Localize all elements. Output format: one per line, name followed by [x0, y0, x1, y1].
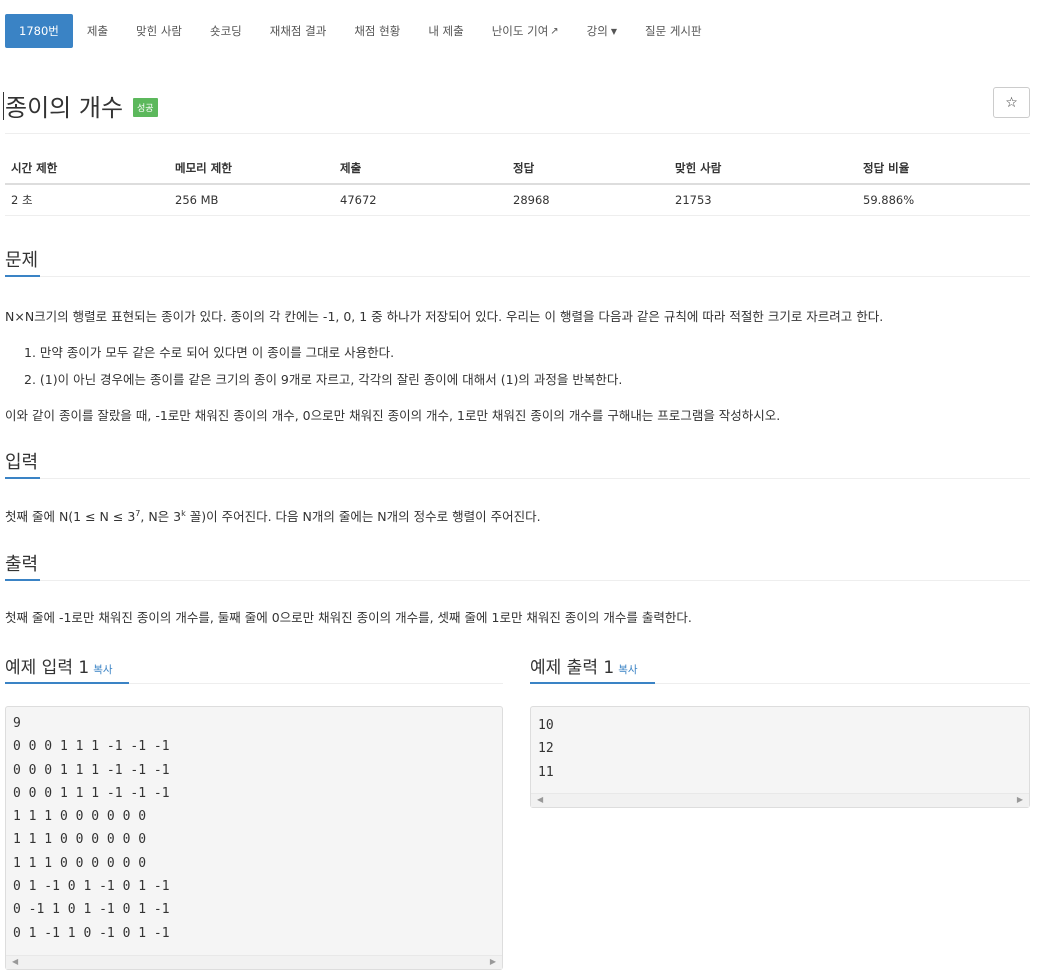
table-header-row: 시간 제한 메모리 제한 제출 정답 맞힌 사람 정답 비율 — [5, 152, 1030, 185]
code-line: 11 — [538, 764, 554, 780]
section-heading-problem: 문제 — [5, 250, 39, 271]
nav-tab-label: 제출 — [86, 24, 109, 38]
nav-tab-label: 난이도 기여 — [491, 24, 549, 38]
section-underline — [5, 477, 40, 479]
code-line: 10 — [538, 718, 554, 733]
example-input-title: 예제 입력 1 — [5, 658, 90, 678]
section-divider — [5, 276, 1030, 277]
table-row: 2 초 256 MB 47672 28968 21753 59.886% — [5, 184, 1030, 216]
cell-memory-limit: 256 MB — [169, 184, 334, 216]
header-submissions: 제출 — [334, 152, 507, 185]
code-line: 9 — [13, 716, 21, 731]
cell-time-limit: 2 초 — [5, 184, 169, 216]
code-line: 0 0 0 1 1 1 -1 -1 -1 — [13, 762, 170, 778]
code-line: 12 — [538, 741, 554, 757]
input-text-b: , N은 3 — [140, 509, 182, 524]
scroll-right-icon[interactable]: ▶ — [490, 957, 496, 966]
list-item: 1. 만약 종이가 모두 같은 수로 되어 있다면 이 종이를 그대로 사용한다… — [24, 345, 395, 360]
scroll-left-icon[interactable]: ◀ — [537, 795, 543, 804]
problem-description: N×N크기의 행렬로 표현되는 종이가 있다. 종이의 각 칸에는 -1, 0,… — [5, 309, 884, 324]
horizontal-scrollbar[interactable]: ◀ ▶ — [531, 793, 1029, 807]
example-output-heading: 예제 출력 1 복사 — [530, 653, 638, 678]
example-input-box[interactable]: 9 0 0 0 1 1 1 -1 -1 -1 0 0 0 1 1 1 -1 -1… — [5, 706, 503, 970]
problem-title-row: 종이의 개수 성공 ☆ — [0, 86, 1030, 126]
scroll-left-icon[interactable]: ◀ — [12, 957, 18, 966]
nav-tab-label: 맞힌 사람 — [136, 24, 183, 38]
section-underline — [530, 682, 655, 684]
caret-down-icon: ▼ — [610, 26, 617, 36]
nav-tab-my-submissions[interactable]: 내 제출 — [414, 14, 477, 48]
code-line: 1 1 1 0 0 0 0 0 0 — [13, 832, 147, 848]
text-cursor — [3, 92, 4, 120]
code-line: 0 0 0 1 1 1 -1 -1 -1 — [13, 739, 170, 755]
nav-tab-qna-board[interactable]: 질문 게시판 — [631, 14, 716, 48]
scroll-right-icon[interactable]: ▶ — [1017, 795, 1023, 804]
header-accepted-ratio: 정답 비율 — [857, 152, 1030, 185]
section-heading-output: 출력 — [5, 554, 39, 575]
copy-output-link[interactable]: 복사 — [618, 664, 637, 676]
problem-title: 종이의 개수 — [5, 94, 124, 122]
nav-tab-lecture-dropdown[interactable]: 강의 ▼ — [573, 14, 631, 48]
nav-tab-difficulty[interactable]: 난이도 기여 ↗ — [478, 14, 573, 48]
section-underline — [5, 275, 40, 277]
cell-submissions: 47672 — [334, 184, 507, 216]
code-line: 0 0 0 1 1 1 -1 -1 -1 — [13, 785, 170, 801]
section-divider — [5, 478, 1030, 479]
input-text-a: 첫째 줄에 N(1 ≤ N ≤ 3 — [5, 509, 136, 524]
example-output-title: 예제 출력 1 — [530, 658, 615, 678]
section-divider — [5, 580, 1030, 581]
input-text-c: 꼴)이 주어진다. 다음 N개의 줄에는 N개의 정수로 행렬이 주어진다. — [185, 509, 541, 524]
section-heading-input: 입력 — [5, 452, 39, 473]
nav-tab-label: 강의 — [586, 24, 608, 38]
nav-tab-problem[interactable]: 1780번 — [5, 14, 73, 48]
nav-tab-label: 재채점 결과 — [269, 24, 327, 38]
horizontal-scrollbar[interactable]: ◀ ▶ — [6, 955, 502, 969]
nav-tab-submit[interactable]: 제출 — [73, 14, 122, 48]
nav-tab-label: 숏코딩 — [210, 24, 242, 38]
cell-accepted: 28968 — [507, 184, 669, 216]
nav-tab-accepted-users[interactable]: 맞힌 사람 — [122, 14, 196, 48]
code-line: 0 -1 1 0 1 -1 0 1 -1 — [13, 902, 170, 918]
code-line: 1 1 1 0 0 0 0 0 0 — [13, 809, 147, 825]
section-underline — [5, 579, 40, 581]
example-output-box[interactable]: 10 12 11 ◀ ▶ — [530, 706, 1030, 808]
problem-nav: 1780번 제출 맞힌 사람 숏코딩 재채점 결과 채점 현황 내 제출 난이도… — [5, 14, 716, 48]
section-underline — [5, 682, 129, 684]
status-badge: 성공 — [133, 98, 158, 117]
example-input-heading: 예제 입력 1 복사 — [5, 653, 113, 678]
header-memory-limit: 메모리 제한 — [169, 152, 334, 185]
copy-input-link[interactable]: 복사 — [93, 664, 112, 676]
output-description: 첫째 줄에 -1로만 채워진 종이의 개수를, 둘째 줄에 0으로만 채워진 종… — [5, 610, 692, 625]
nav-tab-label: 채점 현황 — [354, 24, 401, 38]
list-item: 2. (1)이 아닌 경우에는 종이를 같은 크기의 종이 9개로 자르고, 각… — [24, 372, 623, 387]
code-line: 1 1 1 0 0 0 0 0 0 — [13, 855, 147, 871]
title-divider — [5, 133, 1030, 134]
code-line: 0 1 -1 0 1 -1 0 1 -1 — [13, 879, 170, 895]
nav-tab-status[interactable]: 채점 현황 — [340, 14, 414, 48]
code-line: 0 1 -1 1 0 -1 0 1 -1 — [13, 925, 170, 941]
header-accepted-users: 맞힌 사람 — [669, 152, 857, 185]
favorite-star-button[interactable]: ☆ — [993, 87, 1030, 118]
header-time-limit: 시간 제한 — [5, 152, 169, 185]
nav-tab-label: 질문 게시판 — [645, 24, 702, 38]
header-accepted: 정답 — [507, 152, 669, 185]
nav-tab-short-coding[interactable]: 숏코딩 — [196, 14, 256, 48]
nav-tab-label: 1780번 — [19, 24, 59, 38]
external-link-icon: ↗ — [550, 25, 559, 37]
cell-accepted-ratio: 59.886% — [857, 184, 1030, 216]
cell-accepted-users: 21753 — [669, 184, 857, 216]
star-icon: ☆ — [1005, 94, 1018, 111]
nav-tab-label: 내 제출 — [428, 24, 464, 38]
problem-description-outro: 이와 같이 종이를 잘랐을 때, -1로만 채워진 종이의 개수, 0으로만 채… — [5, 408, 781, 423]
input-description: 첫째 줄에 N(1 ≤ N ≤ 37, N은 3k 꼴)이 주어진다. 다음 N… — [5, 506, 541, 525]
nav-tab-rejudge[interactable]: 재채점 결과 — [256, 14, 341, 48]
problem-info-table: 시간 제한 메모리 제한 제출 정답 맞힌 사람 정답 비율 2 초 256 M… — [5, 152, 1030, 216]
